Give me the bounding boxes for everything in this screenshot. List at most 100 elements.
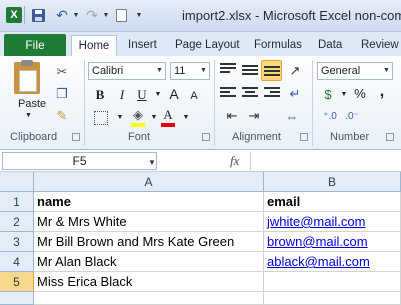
row-header[interactable]: 4 (0, 252, 34, 272)
chevron-down-icon: ▼ (72, 11, 80, 19)
excel-app-icon[interactable]: X (6, 7, 22, 23)
copy-icon[interactable]: ❐ (54, 86, 70, 102)
row-header[interactable]: 2 (0, 212, 34, 232)
redo-icon: ↷ (86, 7, 98, 23)
shrink-font-button[interactable]: A (186, 87, 202, 105)
decrease-indent-icon[interactable]: ⇤ (224, 108, 240, 124)
number-group-label: Number (330, 131, 370, 143)
font-color-swatch (161, 123, 175, 127)
number-format-value: General (321, 65, 361, 77)
group-separator (84, 60, 85, 146)
number-launcher-icon[interactable] (386, 133, 394, 141)
increase-decimal-icon[interactable]: ⁺.0 (322, 108, 338, 124)
cell-b6[interactable] (264, 292, 401, 305)
title-bar: X ↶ ▼ ↷ ▼ ▼ import2.xlsx - Microsoft Exc… (0, 0, 401, 32)
cell-a4[interactable]: Mr Alan Black (34, 252, 264, 272)
chevron-down-icon: ▼ (383, 67, 390, 74)
column-header-b[interactable]: B (264, 172, 401, 192)
row-header-partial[interactable] (0, 292, 34, 305)
tab-page-layout[interactable]: Page Layout (175, 35, 240, 56)
font-name-combo[interactable]: Calibri ▼ (88, 62, 166, 80)
select-all-corner[interactable] (0, 172, 34, 192)
align-center-icon[interactable] (242, 87, 258, 101)
orientation-icon[interactable]: ↗ (287, 63, 303, 79)
decrease-decimal-icon[interactable]: .0⁻ (344, 108, 360, 124)
cell-b5[interactable] (264, 272, 401, 292)
align-middle-icon[interactable] (242, 65, 258, 79)
font-group-label: Font (128, 131, 151, 143)
font-launcher-icon[interactable] (202, 133, 210, 141)
paste-icon[interactable] (14, 60, 40, 94)
formula-input[interactable] (250, 152, 400, 170)
cell-a3[interactable]: Mr Bill Brown and Mrs Kate Green (34, 232, 264, 252)
cut-icon[interactable]: ✂ (54, 64, 70, 80)
number-format-combo[interactable]: General ▼ (317, 62, 393, 80)
cell-b1[interactable]: email (264, 192, 401, 212)
chevron-down-icon: ▼ (135, 11, 143, 19)
row-header-selected[interactable]: 5 (0, 272, 34, 292)
tab-home[interactable]: Home (71, 35, 117, 56)
borders-icon[interactable] (94, 111, 108, 125)
group-separator (214, 60, 215, 146)
cell-a1[interactable]: name (34, 192, 264, 212)
format-painter-icon[interactable]: ✎ (54, 108, 70, 124)
tab-data[interactable]: Data (318, 35, 342, 56)
align-right-icon[interactable] (264, 87, 280, 101)
clipboard-group-label: Clipboard (10, 131, 58, 143)
column-header-a[interactable]: A (34, 172, 264, 192)
font-color-dropdown[interactable]: ▼ (178, 109, 194, 127)
grow-font-button[interactable]: A (166, 85, 182, 103)
percent-style-button[interactable]: % (352, 85, 368, 103)
cell-b2-link[interactable]: jwhite@mail.com (264, 212, 401, 232)
alignment-group-label: Alignment (232, 131, 281, 143)
comma-style-button[interactable]: , (374, 83, 390, 101)
cell-b3-link[interactable]: brown@mail.com (264, 232, 401, 252)
row-header[interactable]: 1 (0, 192, 34, 212)
bold-button[interactable]: B (92, 86, 108, 104)
font-name-value: Calibri (92, 65, 124, 77)
name-box-dropdown[interactable]: ▼ (148, 158, 156, 167)
cell-a6[interactable] (34, 292, 264, 305)
underline-button[interactable]: U (134, 86, 150, 104)
accounting-format-icon[interactable]: $ (320, 86, 336, 102)
tab-review[interactable]: Review (361, 35, 399, 56)
align-bottom-icon (264, 66, 280, 80)
new-document-button[interactable] (113, 7, 129, 23)
cell-a2[interactable]: Mr & Mrs White (34, 212, 264, 232)
customize-quick-access-button[interactable]: ▼ (131, 7, 147, 23)
increase-indent-icon[interactable]: ⇥ (246, 108, 262, 124)
font-color-icon[interactable]: A (160, 106, 176, 124)
cell-a5[interactable]: Miss Erica Black (34, 272, 264, 292)
accounting-dropdown[interactable]: ▼ (336, 86, 352, 104)
paste-dropdown[interactable]: ▼ (25, 112, 32, 119)
alignment-launcher-icon[interactable] (300, 133, 308, 141)
save-icon (31, 8, 45, 22)
font-size-combo[interactable]: 11 ▼ (170, 62, 210, 80)
cell-b4-link[interactable]: ablack@mail.com (264, 252, 401, 272)
new-document-icon (115, 8, 127, 22)
borders-dropdown[interactable]: ▼ (112, 109, 128, 127)
save-button[interactable] (30, 7, 46, 23)
clipboard-launcher-icon[interactable] (72, 133, 80, 141)
paste-button-label[interactable]: Paste (18, 98, 46, 110)
merge-center-icon[interactable]: ⇔ (284, 108, 300, 124)
group-separator (312, 60, 313, 146)
tab-formulas[interactable]: Formulas (254, 35, 302, 56)
wrap-text-icon[interactable]: ↵ (287, 86, 303, 102)
undo-icon: ↶ (56, 7, 68, 23)
italic-button[interactable]: I (114, 86, 130, 104)
fill-color-swatch (131, 123, 145, 127)
redo-dropdown[interactable]: ▼ (98, 7, 114, 23)
insert-function-button[interactable]: fx (230, 153, 239, 169)
window-title: import2.xlsx - Microsoft Excel non-com (182, 8, 401, 23)
undo-dropdown[interactable]: ▼ (68, 7, 84, 23)
row-header[interactable]: 3 (0, 232, 34, 252)
chevron-down-icon: ▼ (102, 11, 110, 19)
tab-insert[interactable]: Insert (128, 35, 157, 56)
underline-dropdown[interactable]: ▼ (150, 86, 166, 104)
fill-color-icon[interactable]: ◈ (130, 107, 146, 123)
name-box[interactable]: F5 (2, 152, 157, 170)
align-left-icon[interactable] (220, 87, 236, 101)
tab-file[interactable]: File (4, 34, 66, 56)
align-top-icon[interactable] (220, 63, 236, 77)
